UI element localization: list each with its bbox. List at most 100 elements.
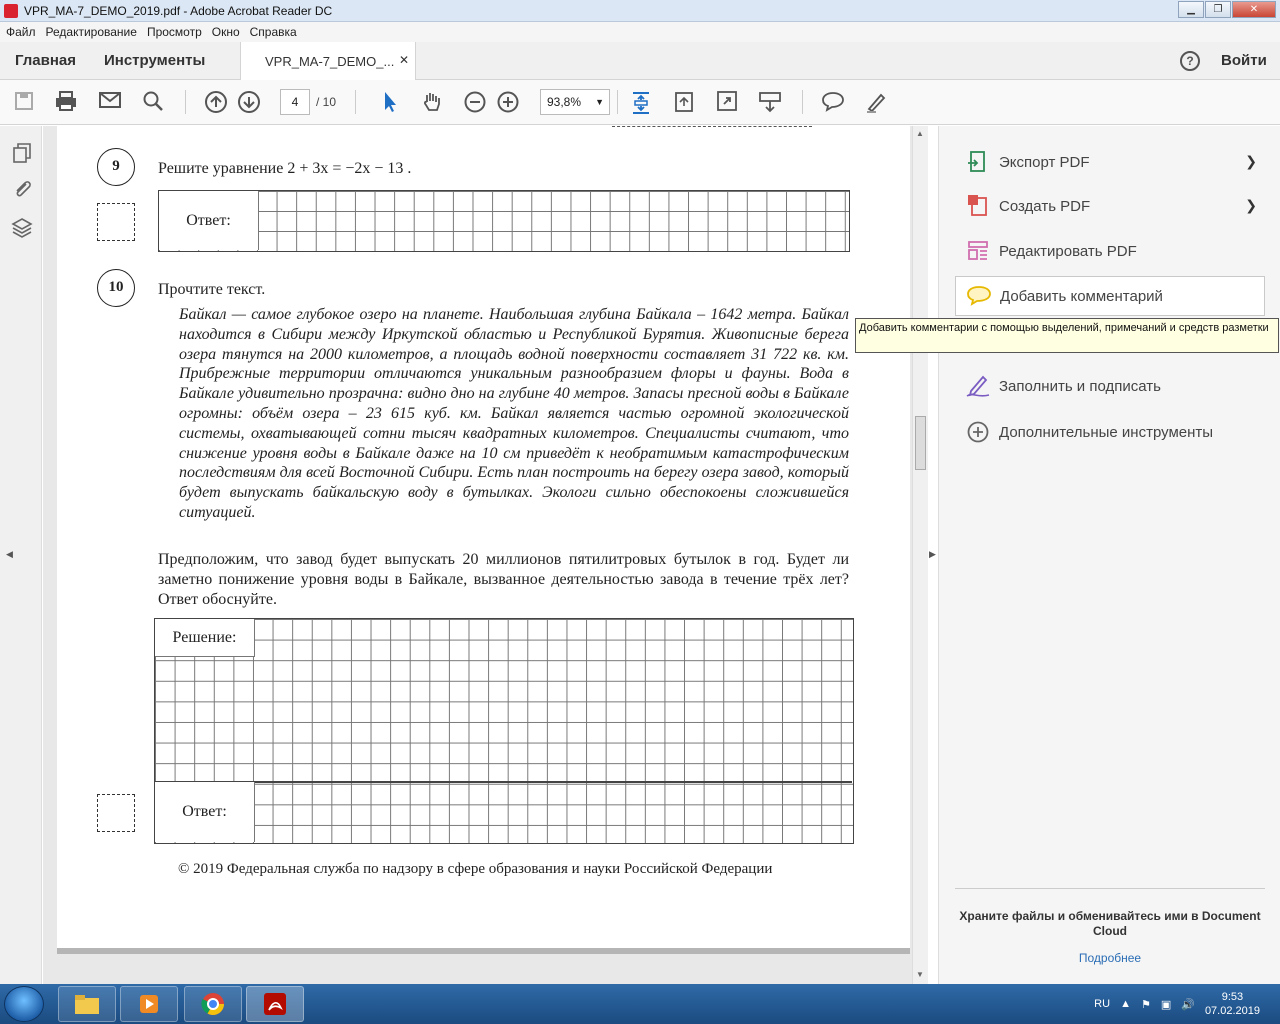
menu-help[interactable]: Справка <box>250 25 297 39</box>
explorer-taskbar-button[interactable] <box>58 986 116 1022</box>
chevron-down-icon[interactable]: ❯ <box>1245 153 1257 170</box>
maximize-button[interactable]: ❐ <box>1205 1 1231 18</box>
save-icon[interactable] <box>12 90 36 114</box>
question-10-answer-label: Ответ: <box>155 782 255 842</box>
left-navigation-rail: ◀ <box>0 126 42 984</box>
clock-date: 07.02.2019 <box>1204 1005 1260 1017</box>
page-number-input[interactable]: 4 <box>280 89 310 115</box>
page-thumbnails-icon[interactable] <box>11 142 33 164</box>
export-pdf-icon <box>965 149 991 175</box>
page-total: / 10 <box>316 95 337 109</box>
close-tab-icon[interactable]: ✕ <box>399 53 409 67</box>
menu-edit[interactable]: Редактирование <box>46 25 137 39</box>
start-button[interactable] <box>4 986 44 1022</box>
comment-tooltip: Добавить комментарии с помощью выделений… <box>855 318 1279 353</box>
email-icon[interactable] <box>98 90 122 114</box>
tool-create-pdf-label: Создать PDF <box>999 197 1091 215</box>
comment-icon <box>966 283 992 309</box>
volume-icon[interactable]: 🔊 <box>1181 998 1195 1011</box>
media-player-taskbar-button[interactable] <box>120 986 178 1022</box>
question-9-answer-label: Ответ: <box>159 191 259 250</box>
question-10-intro: Прочтите текст. <box>158 281 266 298</box>
menu-bar: Файл Редактирование Просмотр Окно Справк… <box>0 22 1280 42</box>
minimize-button[interactable]: ▁ <box>1178 1 1204 18</box>
more-tools-icon <box>965 419 991 445</box>
create-pdf-icon <box>965 193 991 219</box>
menu-view[interactable]: Просмотр <box>147 25 202 39</box>
layers-icon[interactable] <box>11 216 33 238</box>
tool-create-pdf[interactable]: Создать PDF ❯ <box>955 186 1265 226</box>
clock[interactable]: 9:53 07.02.2019 <box>1205 990 1260 1018</box>
question-10-score-box <box>97 794 135 832</box>
download-icon[interactable] <box>758 90 782 114</box>
scroll-up-icon[interactable]: ▲ <box>916 129 924 138</box>
comment-icon[interactable] <box>821 90 845 114</box>
tab-tools[interactable]: Инструменты <box>104 52 205 69</box>
close-window-button[interactable]: ✕ <box>1232 1 1276 18</box>
tool-more-tools[interactable]: Дополнительные инструменты <box>955 412 1265 452</box>
network-icon[interactable]: ▣ <box>1161 998 1171 1011</box>
chrome-taskbar-button[interactable] <box>184 986 242 1022</box>
tool-add-comment-label: Добавить комментарий <box>1000 287 1163 305</box>
scroll-down-icon[interactable]: ▼ <box>916 970 924 979</box>
fill-sign-icon <box>965 373 991 399</box>
action-center-icon[interactable]: ⚑ <box>1141 998 1151 1011</box>
toolbar: 4 / 10 93,8% ▼ <box>0 80 1280 125</box>
question-9-prompt: Решите уравнение 2 + 3x = −2x − 13 . <box>158 160 412 177</box>
question-10-text: Байкал — самое глубокое озеро на планете… <box>179 306 849 521</box>
cloud-promo-text: Храните файлы и обменивайтесь ими в Docu… <box>959 909 1261 938</box>
window-title: VPR_MA-7_DEMO_2019.pdf - Adobe Acrobat R… <box>24 3 333 18</box>
tool-more-tools-label: Дополнительные инструменты <box>999 423 1214 441</box>
tool-fill-sign[interactable]: Заполнить и подписать <box>955 366 1265 406</box>
question-9-number: 9 <box>97 148 135 186</box>
print-icon[interactable] <box>54 90 78 114</box>
tray-expand-icon[interactable]: ▲ <box>1120 998 1131 1010</box>
select-cursor-icon[interactable] <box>378 90 402 114</box>
windows-taskbar: RU ▲ ⚑ ▣ 🔊 9:53 07.02.2019 <box>0 984 1280 1024</box>
expand-right-panel-icon[interactable]: ▶ <box>929 549 936 560</box>
acrobat-app-icon <box>4 3 18 18</box>
document-cloud-promo: Храните файлы и обменивайтесь ими в Docu… <box>955 888 1265 966</box>
hand-tool-icon[interactable] <box>420 90 444 114</box>
question-10-solution-grid[interactable]: Решение: Ответ: <box>154 618 854 844</box>
chevron-down-icon: ▼ <box>595 97 604 107</box>
vertical-scrollbar[interactable]: ▲ ▼ <box>912 126 928 984</box>
question-10-question: Предположим, что завод будет выпускать 2… <box>158 551 849 608</box>
help-icon[interactable]: ? <box>1180 51 1200 71</box>
tool-add-comment[interactable]: Добавить комментарий <box>955 276 1265 316</box>
page-footer: © 2019 Федеральная служба по надзору в с… <box>178 861 773 877</box>
edit-pdf-icon <box>965 238 991 264</box>
tool-edit-pdf[interactable]: Редактировать PDF <box>955 231 1265 271</box>
question-9-answer-grid[interactable]: Ответ: <box>158 190 850 252</box>
attachment-icon[interactable] <box>11 178 33 200</box>
scrollbar-thumb[interactable] <box>915 416 926 470</box>
tool-export-pdf[interactable]: Экспорт PDF ❯ <box>955 142 1265 182</box>
menu-file[interactable]: Файл <box>6 25 36 39</box>
rotate-view-icon[interactable] <box>672 90 696 114</box>
signin-button[interactable]: Войти <box>1221 52 1267 69</box>
zoom-in-icon[interactable] <box>496 90 520 114</box>
highlight-pen-icon[interactable] <box>864 90 888 114</box>
tab-document[interactable]: VPR_MA-7_DEMO_... ✕ <box>240 42 416 80</box>
collapse-left-icon[interactable]: ◀ <box>6 549 13 560</box>
zoom-value: 93,8% <box>547 95 582 109</box>
zoom-select[interactable]: 93,8% ▼ <box>540 89 610 115</box>
previous-content-fragment <box>612 126 812 131</box>
prev-page-icon[interactable] <box>204 90 228 114</box>
menu-window[interactable]: Окно <box>212 25 240 39</box>
chevron-down-icon[interactable]: ❯ <box>1245 197 1257 214</box>
search-icon[interactable] <box>141 90 165 114</box>
fit-page-icon[interactable] <box>629 90 653 114</box>
language-indicator[interactable]: RU <box>1094 998 1110 1010</box>
tab-home[interactable]: Главная <box>15 52 76 69</box>
next-page-icon[interactable] <box>237 90 261 114</box>
document-viewer: 9 Решите уравнение 2 + 3x = −2x − 13 . О… <box>43 126 912 984</box>
pdf-page: 9 Решите уравнение 2 + 3x = −2x − 13 . О… <box>57 126 910 948</box>
acrobat-taskbar-button[interactable] <box>246 986 304 1022</box>
question-10-number: 10 <box>97 269 135 307</box>
full-screen-icon[interactable] <box>715 90 739 114</box>
clock-time: 9:53 <box>1221 991 1244 1003</box>
zoom-out-icon[interactable] <box>463 90 487 114</box>
learn-more-link[interactable]: Подробнее <box>955 951 1265 966</box>
tab-document-label: VPR_MA-7_DEMO_... <box>265 53 395 69</box>
